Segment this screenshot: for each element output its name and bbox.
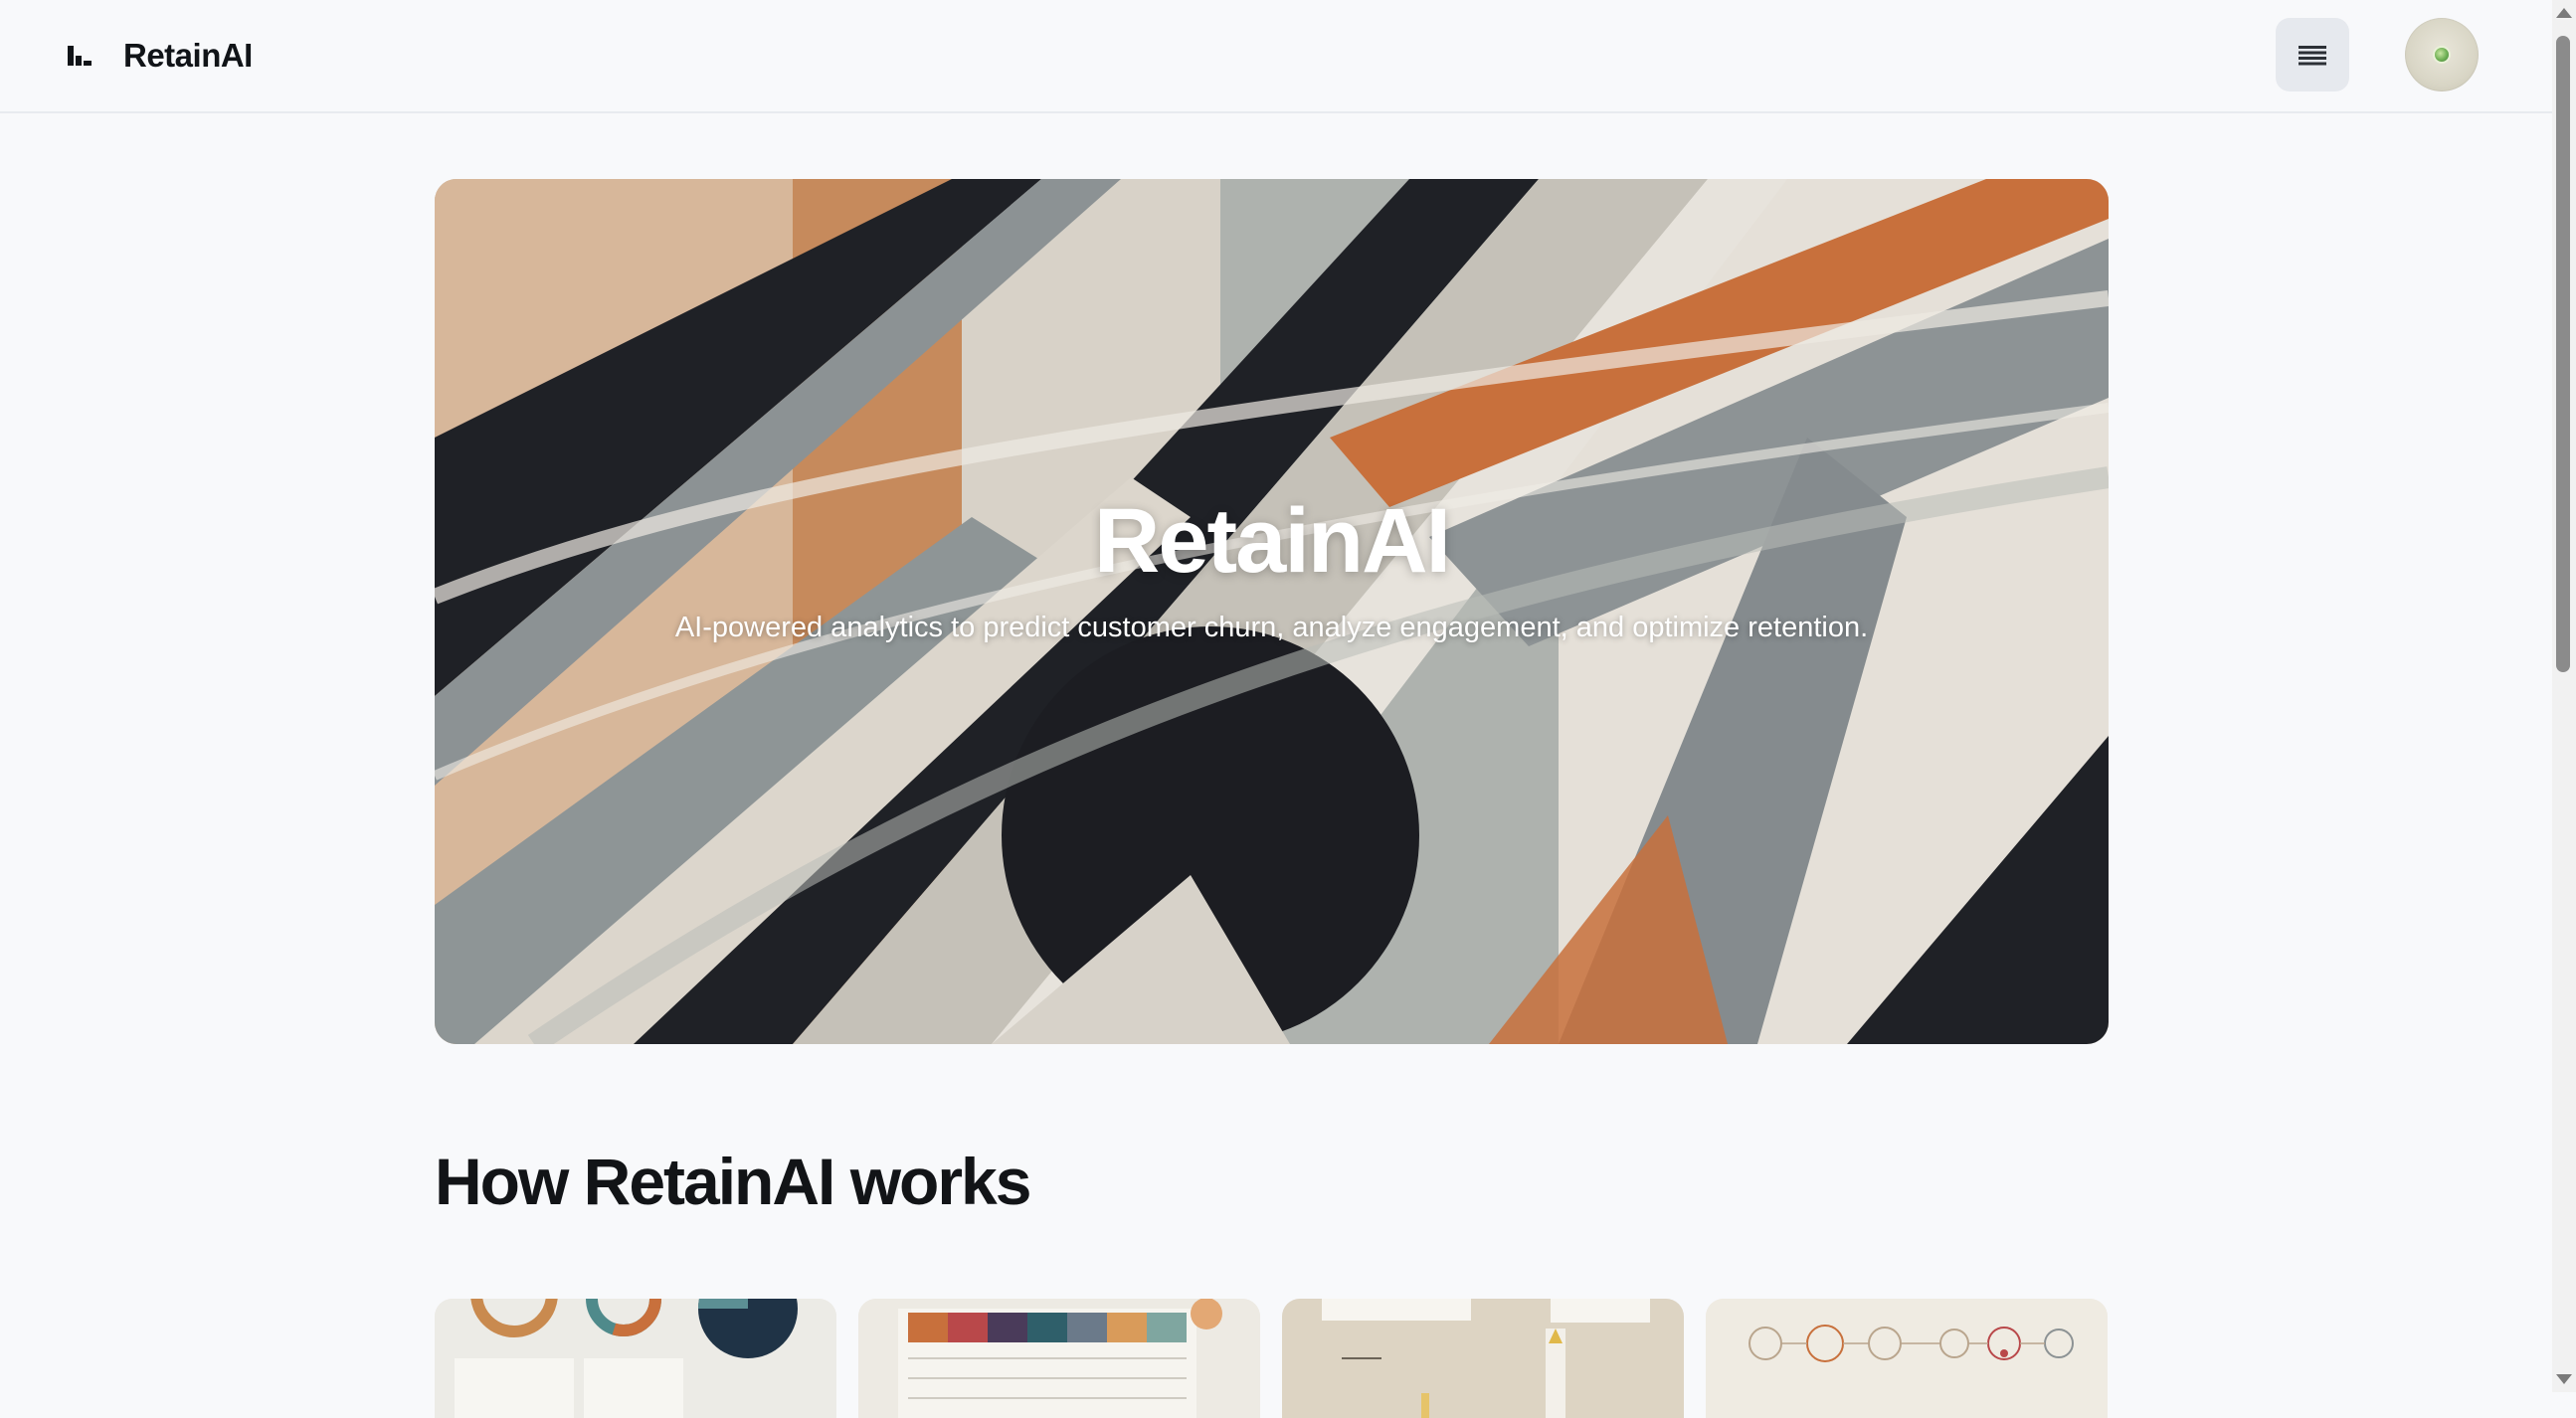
- feature-card-donut-charts[interactable]: [435, 1299, 836, 1418]
- hero-content: RetainAI AI-powered analytics to predict…: [435, 179, 2109, 1044]
- menu-button[interactable]: [2276, 18, 2349, 91]
- feature-card-network[interactable]: [1706, 1299, 2108, 1418]
- scroll-down-arrow-icon[interactable]: [2556, 1374, 2572, 1384]
- brand[interactable]: RetainAI: [66, 30, 253, 82]
- hero-banner: RetainAI AI-powered analytics to predict…: [435, 179, 2109, 1044]
- documents-illustration: [1282, 1299, 1684, 1418]
- bar-chart-logo-icon: [68, 46, 92, 66]
- network-diagram-illustration: [1706, 1299, 2108, 1418]
- brand-name: RetainAI: [123, 37, 253, 74]
- scroll-thumb[interactable]: [2556, 36, 2570, 672]
- color-grid-table-illustration: [858, 1299, 1260, 1418]
- donut-charts-illustration: [435, 1299, 836, 1418]
- scroll-up-arrow-icon[interactable]: [2556, 8, 2572, 18]
- top-navigation-bar: RetainAI: [0, 0, 2552, 113]
- user-avatar[interactable]: [2405, 18, 2479, 91]
- hamburger-menu-icon: [2299, 46, 2326, 66]
- feature-card-color-grid[interactable]: [858, 1299, 1260, 1418]
- hero-subtitle: AI-powered analytics to predict customer…: [674, 612, 1869, 643]
- hero-title: RetainAI: [1093, 490, 1451, 592]
- feature-card-documents[interactable]: [1282, 1299, 1684, 1418]
- page-scrollbar[interactable]: [2552, 0, 2576, 1392]
- section-title: How RetainAI works: [435, 1145, 1031, 1218]
- user-avatar-icon: [2433, 46, 2451, 64]
- feature-cards: [435, 1299, 2109, 1418]
